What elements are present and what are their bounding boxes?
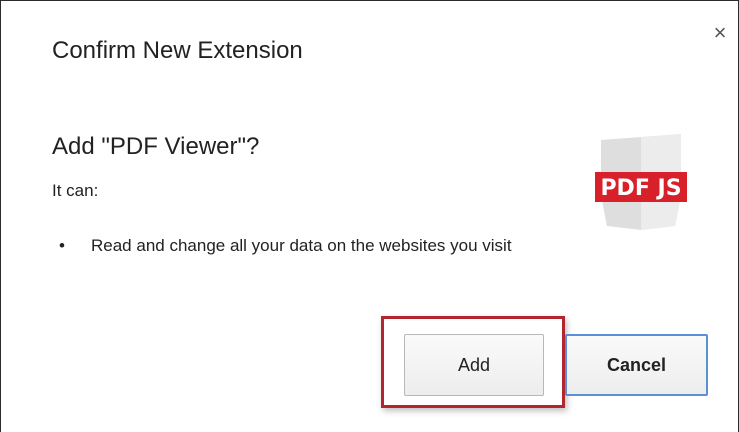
cancel-button[interactable]: Cancel: [565, 334, 708, 396]
pdf-js-shield-icon: PDF JS: [595, 134, 687, 230]
bullet-icon: •: [59, 236, 65, 255]
pdf-badge-text: PDF JS: [600, 176, 681, 201]
confirm-extension-dialog: Confirm New Extension × Add "PDF Viewer"…: [0, 0, 739, 432]
permission-text: Read and change all your data on the web…: [91, 236, 512, 255]
permissions-intro-label: It can:: [52, 181, 99, 200]
dialog-title: Confirm New Extension: [52, 37, 303, 64]
permissions-list: • Read and change all your data on the w…: [59, 229, 529, 263]
add-button[interactable]: Add: [404, 334, 544, 396]
permission-item: • Read and change all your data on the w…: [59, 229, 529, 263]
close-icon[interactable]: ×: [708, 21, 732, 45]
extension-prompt-heading: Add "PDF Viewer"?: [52, 133, 260, 160]
